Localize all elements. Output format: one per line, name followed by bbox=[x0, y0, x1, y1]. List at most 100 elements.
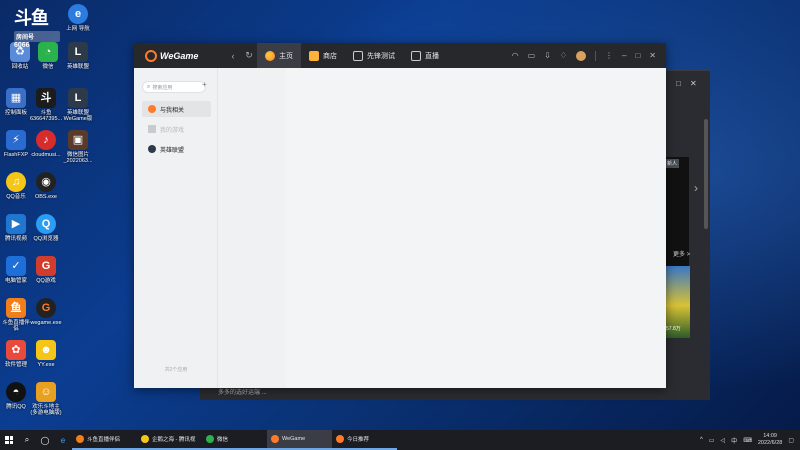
desktop-icon-lol-wegame[interactable]: L 英雄联盟 WeGame版 bbox=[62, 88, 94, 122]
menu-icon[interactable]: ⋮ bbox=[605, 51, 613, 60]
maximize-icon[interactable]: □ bbox=[635, 51, 640, 60]
search-icon[interactable]: ⌕ bbox=[18, 430, 36, 450]
taskbar-app-douyu-live[interactable]: 斗鱼直播伴侣 bbox=[72, 430, 137, 450]
wegame-content-area bbox=[218, 68, 666, 388]
bell-icon[interactable]: ♢ bbox=[560, 51, 567, 60]
douyu-stream-overlay: 斗鱼 房间号 6066 bbox=[14, 4, 60, 56]
chevron-right-icon[interactable]: › bbox=[694, 181, 698, 195]
divider bbox=[595, 50, 596, 61]
windows-logo-icon bbox=[5, 436, 13, 444]
desktop-icon-wegame-exe[interactable]: G wegame.exe bbox=[30, 298, 62, 326]
volume-icon[interactable]: ◁ bbox=[721, 437, 726, 444]
bottom-status-text: 多多的选好运端 ... bbox=[218, 390, 267, 396]
new-badge: 新人 bbox=[665, 159, 680, 168]
desktop-icon-tencent-video[interactable]: ▶ 腾讯视频 bbox=[0, 214, 32, 242]
shield-icon: ✓ bbox=[6, 256, 26, 276]
desktop-icon-qqgame[interactable]: G QQ游戏 bbox=[30, 256, 62, 284]
shop-icon bbox=[309, 50, 319, 61]
doudizhu-icon: ☺ bbox=[36, 382, 56, 402]
flashfxp-icon: ⚡ bbox=[6, 130, 26, 150]
more-link[interactable]: 更多 > bbox=[673, 249, 690, 258]
network-icon[interactable]: ▭ bbox=[709, 437, 715, 444]
folder-icon[interactable]: ▭ bbox=[528, 51, 536, 60]
clock-time: 14:09 bbox=[763, 433, 777, 439]
tab-home[interactable]: 主页 bbox=[257, 43, 301, 68]
sidebar-item-related[interactable]: 与我相关 bbox=[142, 101, 211, 117]
system-tray: ^ ▭ ◁ 中 ⌨ 14:09 2022/6/28 ▢ bbox=[700, 430, 794, 450]
douyu-icon: 斗 bbox=[36, 88, 56, 108]
back-arrow-icon[interactable]: ‹ bbox=[225, 51, 241, 61]
lol-icon: L bbox=[68, 88, 88, 108]
add-app-button[interactable]: + bbox=[202, 80, 207, 89]
wegame-window: WeGame ‹ ↻ 主页 商店 先锋测试 直播 ◠ ▭ ⇩ ♢ ⋮ – □ ✕… bbox=[134, 43, 666, 388]
taskbar-app-wechat[interactable]: 微信 bbox=[202, 430, 267, 450]
desktop-icon-control-panel[interactable]: ▦ 控制面板 bbox=[0, 88, 32, 116]
desktop-icon-qqmusic[interactable]: ♫ QQ音乐 bbox=[0, 172, 32, 200]
wegame-icon bbox=[336, 435, 344, 443]
desktop-icon-douyu-live[interactable]: 鱼 斗鱼直播伴侣 bbox=[0, 298, 32, 332]
wegame-icon: G bbox=[36, 298, 56, 318]
taskbar-app-tencent-video[interactable]: 企鹅之海 - 腾讯视 bbox=[137, 430, 202, 450]
headset-icon[interactable]: ◠ bbox=[512, 51, 519, 60]
wegame-logo[interactable]: WeGame bbox=[145, 49, 225, 62]
desktop-icon-softmgr[interactable]: ✿ 软件管理 bbox=[0, 340, 32, 368]
yy-icon: ☻ bbox=[36, 340, 56, 360]
chevron-up-icon[interactable]: ^ bbox=[700, 437, 703, 443]
game-thumbnail[interactable]: 57.8万 bbox=[664, 266, 690, 338]
desktop-icon-douyu[interactable]: 斗 斗鱼 636647395... bbox=[30, 88, 62, 122]
home-icon bbox=[265, 50, 275, 61]
qq-penguin-icon: ◓ bbox=[6, 382, 26, 402]
desktop-icon-pcmgr[interactable]: ✓ 电脑管家 bbox=[0, 256, 32, 284]
desktop-icon-grid: ♻ 回收站 ◔ 微信 L 英雄联盟 ▦ 控制面板 斗 斗鱼 636647395.… bbox=[0, 0, 100, 430]
refresh-icon[interactable]: ↻ bbox=[241, 50, 257, 61]
douyu-live-icon bbox=[76, 435, 84, 443]
scrollbar[interactable] bbox=[704, 119, 708, 229]
edge-icon[interactable]: e bbox=[54, 430, 72, 450]
close-icon[interactable]: ✕ bbox=[690, 79, 697, 88]
ime-indicator[interactable]: 中 bbox=[731, 436, 737, 445]
user-avatar[interactable] bbox=[576, 50, 586, 61]
titlebar-controls: ◠ ▭ ⇩ ♢ ⋮ – □ ✕ bbox=[512, 43, 656, 68]
input-icon[interactable]: ⌨ bbox=[743, 437, 752, 444]
desktop-icon-doudizhu[interactable]: ☺ 欢乐斗地主 (多游电脑版) bbox=[30, 382, 62, 416]
desktop-icon-cloudmusic[interactable]: ♪ cloudmusi... bbox=[30, 130, 62, 158]
close-icon[interactable]: ✕ bbox=[649, 51, 656, 60]
sidebar-item-lol[interactable]: 英雄联盟 bbox=[142, 141, 211, 157]
lol-icon: L bbox=[68, 42, 88, 62]
desktop-icon-obs[interactable]: ◉ OBS.exe bbox=[30, 172, 62, 200]
notification-icon[interactable]: ▢ bbox=[788, 437, 794, 444]
desktop-icon-ie[interactable]: e 上网 导航 bbox=[62, 4, 94, 32]
lol-icon bbox=[148, 145, 156, 153]
search-input[interactable]: ⌕ 搜索应用 bbox=[142, 81, 206, 93]
taskbar-app-daily-recommend[interactable]: 今日推荐 bbox=[332, 430, 397, 450]
tab-pioneer-test[interactable]: 先锋测试 bbox=[345, 43, 403, 68]
taskbar: ⌕ ◯ e 斗鱼直播伴侣 企鹅之海 - 腾讯视 微信 WeGame 今日推荐 ^… bbox=[0, 430, 800, 450]
tab-live[interactable]: 直播 bbox=[403, 43, 447, 68]
clock-date: 2022/6/28 bbox=[757, 440, 783, 446]
desktop-icon-lol[interactable]: L 英雄联盟 bbox=[62, 42, 94, 70]
loading-column bbox=[218, 68, 286, 388]
desktop-icon-qqbrowser[interactable]: Q QQ浏览器 bbox=[30, 214, 62, 242]
tab-shop[interactable]: 商店 bbox=[301, 43, 345, 68]
wegame-logo-icon bbox=[145, 49, 157, 62]
sidebar-item-my-games[interactable]: 我的游戏 bbox=[142, 121, 211, 137]
image-file-icon: ▣ bbox=[68, 130, 88, 150]
desktop-icon-qq[interactable]: ◓ 腾讯QQ bbox=[0, 382, 32, 410]
cortana-icon[interactable]: ◯ bbox=[36, 430, 54, 450]
clock[interactable]: 14:09 2022/6/28 bbox=[758, 433, 782, 447]
wegame-icon bbox=[271, 435, 279, 443]
maximize-icon[interactable]: □ bbox=[676, 79, 681, 88]
taskbar-app-wegame[interactable]: WeGame bbox=[267, 430, 332, 450]
desktop-icon-flashfxp[interactable]: ⚡ FlashFXP bbox=[0, 130, 32, 158]
start-button[interactable] bbox=[0, 430, 18, 450]
download-icon[interactable]: ⇩ bbox=[544, 51, 551, 60]
desktop-icon-wechat-image[interactable]: ▣ 微信图片 _2022063... bbox=[62, 130, 94, 164]
related-icon bbox=[148, 105, 156, 113]
minimize-icon[interactable]: – bbox=[622, 51, 626, 60]
tencent-video-icon: ▶ bbox=[6, 214, 26, 234]
search-icon: ⌕ bbox=[147, 83, 151, 90]
app-count: 共2个应用 bbox=[164, 367, 188, 373]
desktop-icon-yy[interactable]: ☻ YY.exe bbox=[30, 340, 62, 368]
live-icon bbox=[411, 50, 421, 61]
software-manager-icon: ✿ bbox=[6, 340, 26, 360]
